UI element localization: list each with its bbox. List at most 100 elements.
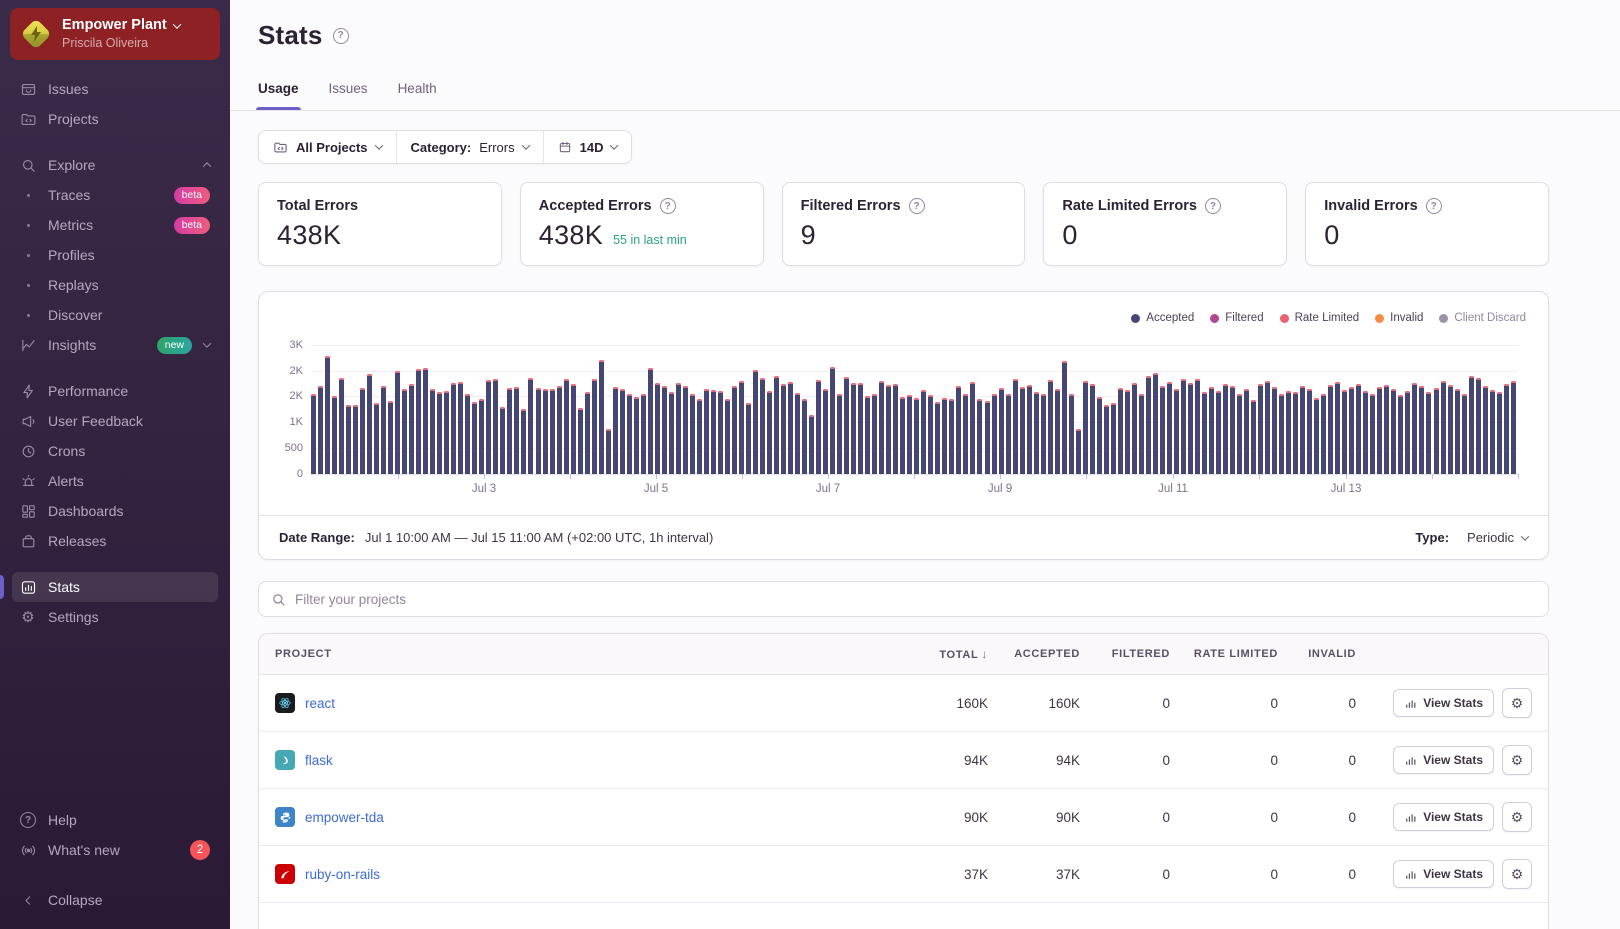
bar[interactable]	[675, 383, 681, 474]
bar[interactable]	[507, 388, 513, 474]
bar[interactable]	[724, 399, 730, 474]
bar[interactable]	[760, 378, 765, 474]
sidebar-item-insights[interactable]: Insights new	[12, 330, 218, 360]
bar[interactable]	[1082, 381, 1088, 474]
bar[interactable]	[423, 368, 429, 474]
bar[interactable]	[1321, 394, 1327, 474]
bar[interactable]	[977, 399, 983, 474]
column-header-rate-limited[interactable]: RATE LIMITED	[1170, 648, 1278, 660]
bar[interactable]	[984, 401, 990, 474]
bar[interactable]	[1152, 373, 1158, 474]
bar[interactable]	[1026, 385, 1032, 474]
bar[interactable]	[1096, 397, 1102, 474]
bar[interactable]	[1201, 392, 1207, 474]
bar[interactable]	[1419, 386, 1425, 474]
bar[interactable]	[1061, 361, 1067, 474]
bar[interactable]	[1159, 386, 1165, 474]
bar[interactable]	[1433, 388, 1439, 474]
sidebar-item-profiles[interactable]: Profiles	[12, 240, 218, 270]
project-settings-gear-button[interactable]: ⚙	[1502, 745, 1532, 775]
bar[interactable]	[970, 382, 976, 474]
bar[interactable]	[837, 394, 843, 474]
view-stats-button[interactable]: View Stats	[1393, 860, 1494, 888]
bar[interactable]	[633, 397, 639, 474]
bar[interactable]	[752, 370, 758, 474]
bar[interactable]	[1223, 384, 1229, 474]
bar[interactable]	[598, 360, 604, 474]
sidebar-item-crons[interactable]: Crons	[12, 436, 218, 466]
bar[interactable]	[668, 392, 674, 474]
bar[interactable]	[745, 403, 751, 474]
bar[interactable]	[703, 389, 709, 474]
sidebar-item-metrics[interactable]: Metrics beta	[12, 210, 218, 240]
bar[interactable]	[1033, 392, 1039, 474]
help-icon[interactable]: ?	[1425, 198, 1442, 214]
bar[interactable]	[563, 379, 569, 474]
bar[interactable]	[612, 387, 618, 474]
bar[interactable]	[830, 367, 836, 474]
bar[interactable]	[430, 389, 436, 474]
bar[interactable]	[767, 391, 773, 474]
sidebar-item-settings[interactable]: ⚙ Settings	[12, 602, 218, 632]
bar[interactable]	[605, 429, 611, 474]
bar[interactable]	[774, 376, 780, 474]
project-selector[interactable]: All Projects	[259, 131, 396, 163]
bar[interactable]	[1496, 392, 1502, 474]
category-selector[interactable]: Category: Errors	[395, 131, 543, 163]
sidebar-item-stats[interactable]: Stats	[0, 572, 218, 603]
bar[interactable]	[1293, 392, 1299, 474]
project-settings-gear-button[interactable]: ⚙	[1502, 859, 1532, 889]
bar[interactable]	[865, 396, 871, 474]
bar[interactable]	[486, 380, 492, 474]
tab-issues[interactable]: Issues	[329, 72, 368, 110]
bar[interactable]	[788, 382, 794, 474]
bar[interactable]	[1089, 384, 1095, 474]
legend-item-rate-limited[interactable]: Rate Limited	[1279, 312, 1359, 324]
bar[interactable]	[1124, 390, 1130, 474]
legend-item-client-discard[interactable]: Client Discard	[1439, 312, 1526, 324]
bar[interactable]	[710, 390, 716, 474]
bar[interactable]	[1391, 389, 1397, 474]
bar[interactable]	[500, 407, 506, 474]
help-icon[interactable]: ?	[1204, 198, 1221, 214]
bar[interactable]	[535, 388, 541, 474]
bar[interactable]	[921, 390, 927, 474]
sidebar-item-discover[interactable]: Discover	[12, 300, 218, 330]
bar[interactable]	[1019, 387, 1025, 474]
bar[interactable]	[619, 389, 625, 474]
bar[interactable]	[416, 369, 422, 474]
bar[interactable]	[844, 377, 850, 474]
bar[interactable]	[717, 391, 723, 474]
bar[interactable]	[465, 394, 471, 474]
bar[interactable]	[1335, 382, 1341, 474]
bar[interactable]	[1370, 394, 1376, 474]
bar[interactable]	[1314, 398, 1320, 474]
bar[interactable]	[1047, 380, 1053, 474]
bar[interactable]	[1068, 394, 1074, 474]
sidebar-item-alerts[interactable]: Alerts	[12, 466, 218, 496]
sidebar-collapse-button[interactable]: Collapse	[12, 885, 218, 915]
legend-item-invalid[interactable]: Invalid	[1375, 312, 1423, 324]
tab-health[interactable]: Health	[398, 72, 437, 110]
bar[interactable]	[1489, 390, 1495, 474]
bar[interactable]	[1426, 392, 1432, 474]
bar[interactable]	[900, 397, 906, 474]
bar[interactable]	[1103, 405, 1109, 474]
bar[interactable]	[584, 392, 590, 474]
bar[interactable]	[472, 402, 478, 474]
bar[interactable]	[1279, 394, 1285, 474]
sidebar-item-replays[interactable]: Replays	[12, 270, 218, 300]
sidebar-item-traces[interactable]: Traces beta	[12, 180, 218, 210]
bar[interactable]	[591, 379, 597, 474]
bar[interactable]	[1405, 391, 1411, 474]
bar[interactable]	[479, 399, 485, 474]
bar[interactable]	[851, 383, 857, 474]
bar[interactable]	[1482, 386, 1488, 474]
bar[interactable]	[1187, 383, 1193, 474]
page-help-icon[interactable]: ?	[332, 27, 349, 44]
bar[interactable]	[886, 385, 892, 474]
sidebar-item-performance[interactable]: Performance	[12, 376, 218, 406]
bar[interactable]	[1363, 391, 1369, 474]
bar[interactable]	[823, 389, 829, 474]
bar[interactable]	[577, 408, 583, 474]
